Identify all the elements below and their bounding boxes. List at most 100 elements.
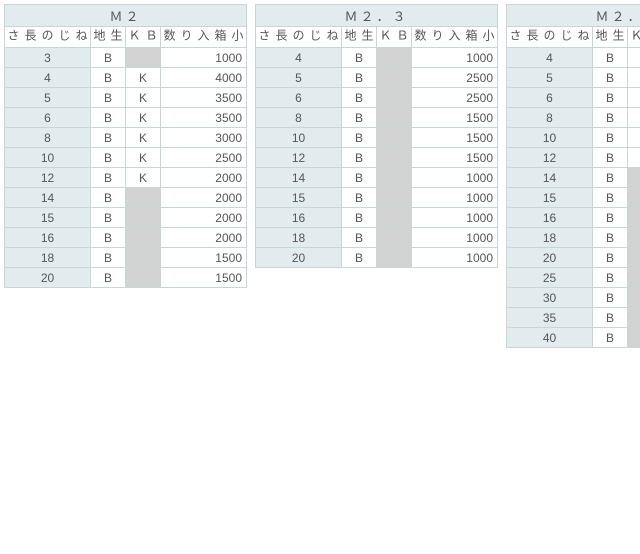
cell-len: 6 bbox=[5, 108, 91, 128]
cell-k: K bbox=[126, 68, 161, 88]
col-header-k: ＢＫ bbox=[126, 27, 161, 48]
table-row: 14B1000 bbox=[507, 168, 640, 188]
spec-table: Ｍ２．６ねじの長さ生地ＢＫ小箱入り数4BK25005BK20006BK20008… bbox=[506, 4, 640, 348]
table-row: 40B200 bbox=[507, 328, 640, 348]
col-header-label: 生地 bbox=[593, 28, 627, 44]
table-row: 15B1000 bbox=[507, 188, 640, 208]
cell-k bbox=[628, 288, 640, 308]
cell-len: 12 bbox=[507, 148, 593, 168]
cell-b: B bbox=[593, 288, 628, 308]
col-header-length: ねじの長さ bbox=[256, 27, 342, 48]
cell-b: B bbox=[593, 268, 628, 288]
cell-len: 4 bbox=[5, 68, 91, 88]
col-header-b: 生地 bbox=[342, 27, 377, 48]
tables-wrap: Ｍ２ねじの長さ生地ＢＫ小箱入り数3B10004BK40005BK35006BK3… bbox=[4, 4, 636, 528]
table-row: 14B 1000 bbox=[256, 168, 498, 188]
cell-k bbox=[126, 268, 161, 288]
table-row: 8B 1500 bbox=[256, 108, 498, 128]
cell-b: B bbox=[91, 88, 126, 108]
cell-qty: 1500 bbox=[161, 268, 247, 288]
cell-k: K bbox=[628, 128, 640, 148]
cell-k bbox=[126, 188, 161, 208]
cell-b: B bbox=[91, 108, 126, 128]
cell-len: 3 bbox=[5, 48, 91, 68]
cell-b: B bbox=[593, 188, 628, 208]
table-row: 15B2000 bbox=[5, 208, 247, 228]
cell-len: 12 bbox=[256, 148, 342, 168]
cell-len: 15 bbox=[256, 188, 342, 208]
table-row: 16B1000 bbox=[256, 208, 498, 228]
cell-qty: 1000 bbox=[412, 248, 498, 268]
cell-b: B bbox=[91, 168, 126, 188]
cell-len: 10 bbox=[5, 148, 91, 168]
table-row: 12BK1000 bbox=[507, 148, 640, 168]
cell-len: 10 bbox=[256, 128, 342, 148]
col-header-b: 生地 bbox=[593, 27, 628, 48]
col-header-k: ＢＫ bbox=[377, 27, 412, 48]
cell-b: B bbox=[91, 228, 126, 248]
cell-k: K bbox=[126, 128, 161, 148]
cell-k: K bbox=[126, 88, 161, 108]
cell-b: B bbox=[593, 248, 628, 268]
cell-qty: 2000 bbox=[161, 188, 247, 208]
cell-b: B bbox=[342, 108, 377, 128]
cell-k bbox=[377, 88, 412, 108]
table-row: 16B1000 bbox=[507, 208, 640, 228]
cell-b: B bbox=[342, 208, 377, 228]
cell-qty: 2500 bbox=[412, 68, 498, 88]
cell-b: B bbox=[91, 268, 126, 288]
table-row: 10BK1500 bbox=[507, 128, 640, 148]
cell-b: B bbox=[91, 68, 126, 88]
cell-len: 18 bbox=[507, 228, 593, 248]
table-row: 30B500 bbox=[507, 288, 640, 308]
cell-b: B bbox=[593, 48, 628, 68]
cell-b: B bbox=[91, 188, 126, 208]
cell-len: 16 bbox=[5, 228, 91, 248]
cell-qty: 3500 bbox=[161, 88, 247, 108]
table-row: 20B500 bbox=[507, 248, 640, 268]
cell-len: 20 bbox=[507, 248, 593, 268]
cell-k bbox=[628, 188, 640, 208]
cell-qty: 3500 bbox=[161, 108, 247, 128]
cell-len: 14 bbox=[507, 168, 593, 188]
col-header-length: ねじの長さ bbox=[507, 27, 593, 48]
cell-len: 14 bbox=[256, 168, 342, 188]
cell-b: B bbox=[91, 148, 126, 168]
cell-qty: 1500 bbox=[412, 148, 498, 168]
cell-k: K bbox=[126, 108, 161, 128]
cell-len: 5 bbox=[256, 68, 342, 88]
cell-len: 25 bbox=[507, 268, 593, 288]
cell-b: B bbox=[91, 48, 126, 68]
table-row: 6BK3500 bbox=[5, 108, 247, 128]
cell-b: B bbox=[593, 108, 628, 128]
cell-b: B bbox=[342, 168, 377, 188]
cell-qty: 1500 bbox=[412, 108, 498, 128]
table-row: 10B1500 bbox=[256, 128, 498, 148]
cell-k bbox=[628, 168, 640, 188]
cell-len: 30 bbox=[507, 288, 593, 308]
cell-len: 6 bbox=[507, 88, 593, 108]
cell-len: 8 bbox=[256, 108, 342, 128]
cell-k bbox=[377, 128, 412, 148]
table-row: 3B1000 bbox=[5, 48, 247, 68]
cell-len: 12 bbox=[5, 168, 91, 188]
cell-qty: 2500 bbox=[161, 148, 247, 168]
cell-len: 15 bbox=[507, 188, 593, 208]
cell-len: 8 bbox=[5, 128, 91, 148]
cell-b: B bbox=[342, 68, 377, 88]
cell-len: 40 bbox=[507, 328, 593, 348]
cell-k bbox=[377, 68, 412, 88]
cell-k bbox=[377, 228, 412, 248]
table-row: 18B1000 bbox=[256, 228, 498, 248]
cell-qty: 3000 bbox=[161, 128, 247, 148]
cell-qty: 2000 bbox=[161, 208, 247, 228]
cell-len: 5 bbox=[507, 68, 593, 88]
table-row: 5BK3500 bbox=[5, 88, 247, 108]
col-header-label: 生地 bbox=[342, 28, 376, 44]
cell-len: 16 bbox=[256, 208, 342, 228]
cell-qty: 1000 bbox=[412, 168, 498, 188]
cell-b: B bbox=[593, 228, 628, 248]
cell-b: B bbox=[593, 88, 628, 108]
cell-qty: 1000 bbox=[412, 48, 498, 68]
cell-b: B bbox=[593, 328, 628, 348]
